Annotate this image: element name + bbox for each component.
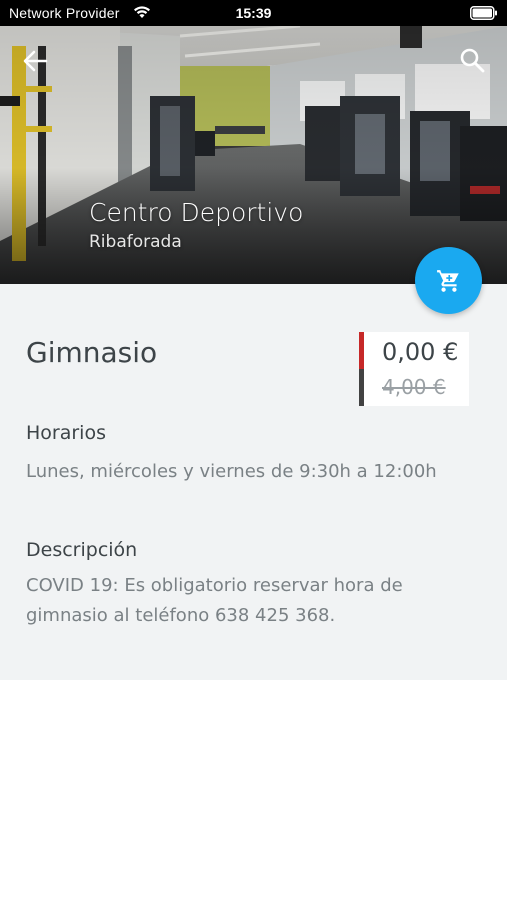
price-current-bar	[359, 332, 364, 369]
gym-background-image	[0, 26, 507, 284]
status-bar: Network Provider 15:39	[0, 0, 507, 26]
price-current: 0,00 €	[382, 338, 459, 366]
venue-subtitle: Ribaforada	[89, 232, 182, 252]
cart-icon	[436, 269, 459, 292]
activity-details: Gimnasio 0,00 € 4,00 € Horarios Lunes, m…	[0, 284, 507, 680]
back-arrow-icon[interactable]	[20, 46, 50, 76]
description-heading: Descripción	[26, 539, 138, 561]
header-hero: Centro Deportivo Ribaforada	[0, 26, 507, 284]
schedule-text: Lunes, miércoles y viernes de 9:30h a 12…	[26, 461, 437, 482]
activity-title: Gimnasio	[26, 336, 158, 369]
search-icon[interactable]	[458, 46, 486, 74]
battery-icon	[470, 6, 497, 20]
clock: 15:39	[235, 5, 272, 21]
price-original-bar	[359, 369, 364, 406]
price-box: 0,00 € 4,00 €	[359, 332, 469, 406]
price-original: 4,00 €	[382, 375, 446, 399]
add-to-cart-button[interactable]	[415, 247, 482, 314]
schedule-heading: Horarios	[26, 422, 106, 444]
venue-title: Centro Deportivo	[89, 198, 304, 227]
description-text: COVID 19: Es obligatorio reservar hora d…	[26, 575, 403, 626]
